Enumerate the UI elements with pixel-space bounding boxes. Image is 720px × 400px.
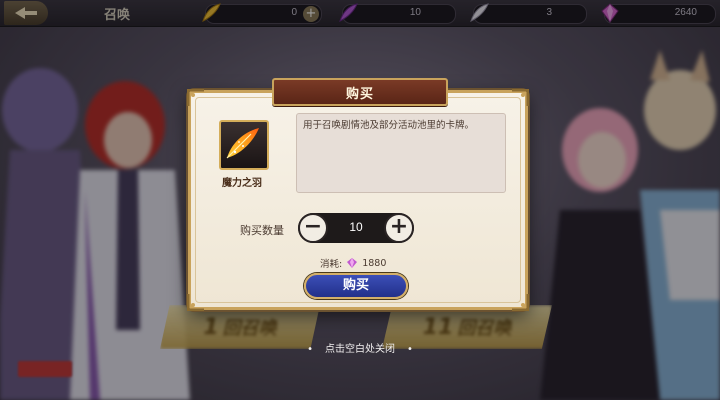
close-hint[interactable]: • 点击空白处关闭 • <box>0 340 720 355</box>
decrease-quantity-button[interactable]: − <box>298 213 328 243</box>
quantity-value[interactable]: 10 <box>328 220 384 234</box>
buy-button[interactable]: 购买 <box>304 273 408 299</box>
cost-value: 1880 <box>362 257 387 269</box>
close-hint-text: 点击空白处关闭 <box>325 344 395 355</box>
corner-ornament-icon <box>511 293 530 312</box>
corner-ornament-icon <box>186 293 205 312</box>
item-description-box: 用于召唤剧情池及部分活动池里的卡牌。 <box>296 113 506 193</box>
magic-feather-icon <box>226 128 259 159</box>
quantity-label: 购买数量 <box>240 224 284 237</box>
corner-ornament-icon <box>186 88 205 107</box>
corner-ornament-icon <box>511 88 530 107</box>
cost-label: 消耗: <box>320 259 343 270</box>
dialog-title-bar: 购买 <box>272 78 448 106</box>
cost-row: 消耗: 1880 <box>320 256 387 271</box>
increase-quantity-button[interactable]: + <box>384 213 414 243</box>
item-description: 用于召唤剧情池及部分活动池里的卡牌。 <box>303 120 475 131</box>
dialog-title: 购买 <box>345 86 374 102</box>
game-screen: 召唤 0 + 10 3 2640 1 回召唤 11 回召唤 购买 魔力之羽 用于… <box>0 0 720 400</box>
item-name: 魔力之羽 <box>222 178 262 189</box>
item-icon <box>219 120 269 170</box>
magic-gem-icon <box>347 258 358 268</box>
quantity-stepper: − 10 + <box>298 213 414 243</box>
